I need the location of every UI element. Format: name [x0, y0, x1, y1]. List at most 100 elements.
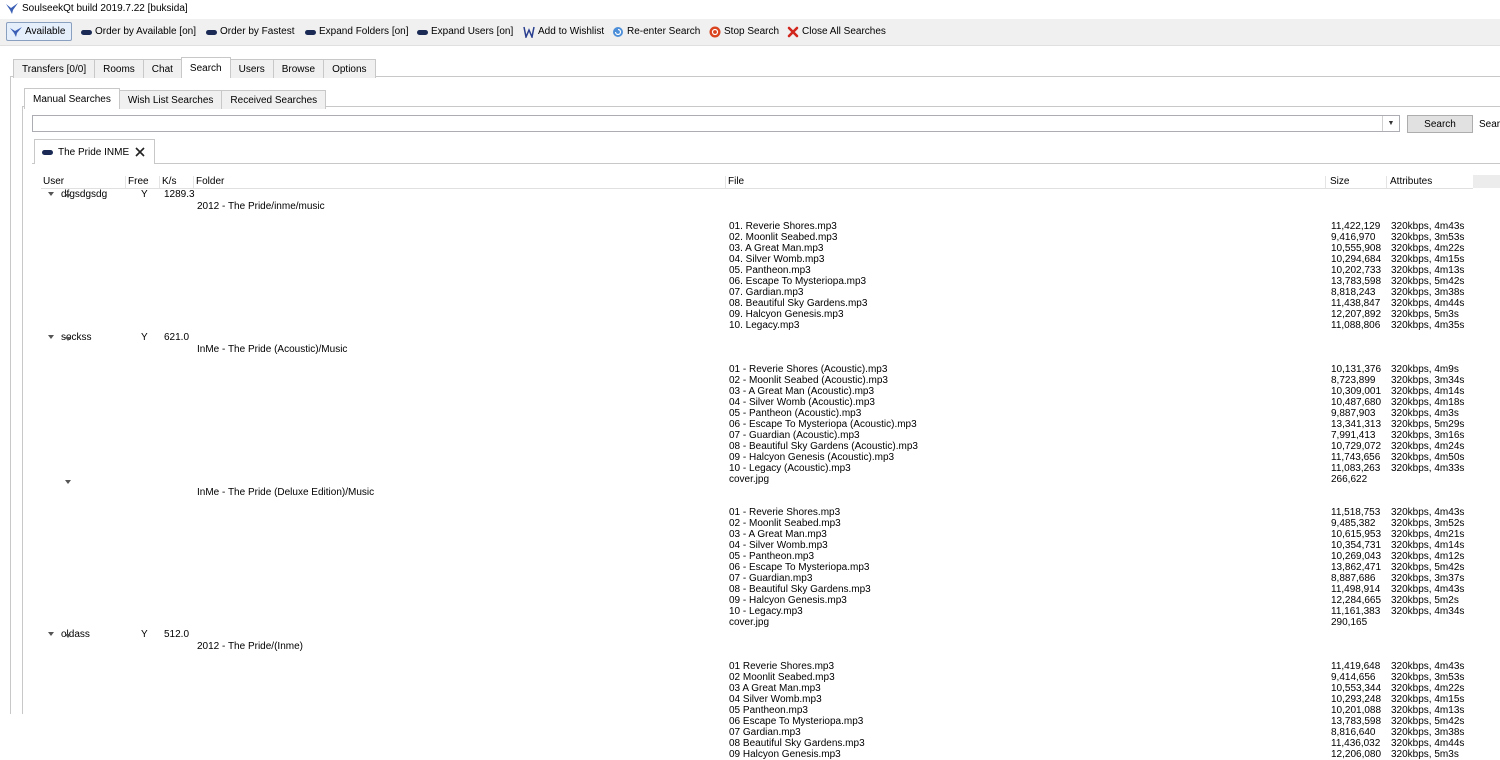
file-name: 07 - Guardian.mp3	[729, 573, 813, 584]
file-size: 9,416,970	[1331, 232, 1376, 243]
user-free: Y	[141, 332, 148, 343]
file-size: 10,309,001	[1331, 386, 1382, 397]
file-name: 05 - Pantheon (Acoustic).mp3	[729, 408, 862, 419]
file-attributes: 320kbps, 4m43s	[1391, 221, 1465, 232]
file-attributes: 320kbps, 3m38s	[1391, 287, 1465, 298]
user-expand-arrow-icon[interactable]	[48, 335, 54, 339]
file-size: 7,991,413	[1331, 430, 1376, 441]
file-size: 9,887,903	[1331, 408, 1376, 419]
user-free: Y	[141, 629, 148, 640]
file-attributes: 320kbps, 4m44s	[1391, 738, 1465, 749]
user-speed: 621.0	[164, 332, 190, 343]
file-attributes: 320kbps, 4m3s	[1391, 408, 1459, 419]
file-attributes: 320kbps, 3m52s	[1391, 518, 1465, 529]
file-name: 02 Moonlit Seabed.mp3	[729, 672, 835, 683]
file-name: 01. Reverie Shores.mp3	[729, 221, 837, 232]
folder-expand-arrow-icon[interactable]	[65, 480, 71, 484]
tab-manual-searches[interactable]: Manual Searches	[24, 88, 120, 109]
file-attributes: 320kbps, 4m43s	[1391, 507, 1465, 518]
file-attributes: 320kbps, 4m9s	[1391, 364, 1459, 375]
file-size: 290,165	[1331, 617, 1368, 628]
file-size: 8,818,243	[1331, 287, 1376, 298]
file-size: 11,419,648	[1331, 661, 1381, 672]
results-table-body: dfgsdgsdg Y 1289.3 2012 - The Pride/inme/mu…	[0, 0, 1500, 760]
close-tab-icon[interactable]	[134, 146, 146, 158]
file-attributes: 320kbps, 5m42s	[1391, 276, 1465, 287]
file-attributes: 320kbps, 5m29s	[1391, 419, 1465, 430]
file-name: 07 Gardian.mp3	[729, 727, 801, 738]
file-attributes: 320kbps, 4m34s	[1391, 606, 1465, 617]
file-name: 08. Beautiful Sky Gardens.mp3	[729, 298, 868, 309]
file-name: 08 - Beautiful Sky Gardens (Acoustic).mp…	[729, 441, 918, 452]
folder-expand-arrow-icon[interactable]	[65, 337, 71, 341]
file-attributes: 320kbps, 3m34s	[1391, 375, 1465, 386]
file-size: 9,485,382	[1331, 518, 1376, 529]
file-name: cover.jpg	[729, 474, 770, 485]
file-size: 11,438,847	[1331, 298, 1381, 309]
user-free: Y	[141, 189, 148, 200]
file-size: 8,887,686	[1331, 573, 1376, 584]
search-result-tab[interactable]: The Pride INME	[34, 139, 156, 164]
file-size: 12,284,665	[1331, 595, 1382, 606]
file-attributes: 320kbps, 3m53s	[1391, 232, 1465, 243]
file-attributes: 320kbps, 4m43s	[1391, 661, 1465, 672]
file-name: 09 - Halcyon Genesis.mp3	[729, 595, 847, 606]
folder-path: 2012 - The Pride/inme/music	[197, 201, 325, 212]
file-size: 11,083,263	[1331, 463, 1381, 474]
file-name: 05 - Pantheon.mp3	[729, 551, 815, 562]
file-name: 02 - Moonlit Seabed.mp3	[729, 518, 841, 529]
file-name: 06. Escape To Mysteriopa.mp3	[729, 276, 867, 287]
file-attributes: 320kbps, 4m22s	[1391, 243, 1465, 254]
file-attributes: 320kbps, 4m14s	[1391, 386, 1465, 397]
file-name: 05 Pantheon.mp3	[729, 705, 808, 716]
file-attributes: 320kbps, 3m16s	[1391, 430, 1465, 441]
file-name: 06 - Escape To Mysteriopa (Acoustic).mp3	[729, 419, 917, 430]
folder-path: InMe - The Pride (Acoustic)/Music	[197, 344, 348, 355]
file-name: 06 Escape To Mysteriopa.mp3	[729, 716, 864, 727]
file-attributes: 320kbps, 5m3s	[1391, 749, 1459, 760]
file-attributes: 320kbps, 4m50s	[1391, 452, 1465, 463]
file-size: 10,555,908	[1331, 243, 1382, 254]
file-attributes: 320kbps, 4m22s	[1391, 683, 1465, 694]
file-name: 04 - Silver Womb.mp3	[729, 540, 828, 551]
file-name: 04. Silver Womb.mp3	[729, 254, 825, 265]
file-name: 03. A Great Man.mp3	[729, 243, 824, 254]
file-size: 10,294,684	[1331, 254, 1382, 265]
file-name: 07 - Guardian (Acoustic).mp3	[729, 430, 860, 441]
file-size: 13,341,313	[1331, 419, 1382, 430]
file-attributes: 320kbps, 4m21s	[1391, 529, 1465, 540]
file-size: 13,862,471	[1331, 562, 1382, 573]
user-expand-arrow-icon[interactable]	[48, 192, 54, 196]
file-size: 11,161,383	[1331, 606, 1381, 617]
file-attributes: 320kbps, 5m2s	[1391, 595, 1459, 606]
file-name: 09 Halcyon Genesis.mp3	[729, 749, 841, 760]
file-name: 08 Beautiful Sky Gardens.mp3	[729, 738, 865, 749]
file-attributes: 320kbps, 4m44s	[1391, 298, 1465, 309]
file-name: 01 - Reverie Shores.mp3	[729, 507, 841, 518]
folder-expand-arrow-icon[interactable]	[65, 194, 71, 198]
file-attributes: 320kbps, 4m12s	[1391, 551, 1465, 562]
file-attributes: 320kbps, 4m15s	[1391, 694, 1465, 705]
file-attributes: 320kbps, 4m14s	[1391, 540, 1465, 551]
folder-expand-arrow-icon[interactable]	[65, 634, 71, 638]
file-size: 12,207,892	[1331, 309, 1382, 320]
file-name: 02 - Moonlit Seabed (Acoustic).mp3	[729, 375, 888, 386]
file-size: 10,201,088	[1331, 705, 1382, 716]
file-name: 07. Gardian.mp3	[729, 287, 804, 298]
file-attributes: 320kbps, 4m18s	[1391, 397, 1465, 408]
user-speed: 512.0	[164, 629, 190, 640]
file-name: 10. Legacy.mp3	[729, 320, 800, 331]
file-name: 02. Moonlit Seabed.mp3	[729, 232, 838, 243]
file-size: 10,354,731	[1331, 540, 1382, 551]
file-name: 06 - Escape To Mysteriopa.mp3	[729, 562, 870, 573]
file-size: 13,783,598	[1331, 276, 1382, 287]
tab-search[interactable]: Search	[180, 57, 231, 78]
file-size: 8,723,899	[1331, 375, 1376, 386]
user-expand-arrow-icon[interactable]	[48, 632, 54, 636]
file-name: 08 - Beautiful Sky Gardens.mp3	[729, 584, 871, 595]
search-result-tab-label: The Pride INME	[58, 146, 130, 158]
file-name: 10 - Legacy.mp3	[729, 606, 803, 617]
file-name: 09 - Halcyon Genesis (Acoustic).mp3	[729, 452, 895, 463]
pill-icon	[42, 149, 53, 155]
file-name: 03 - A Great Man (Acoustic).mp3	[729, 386, 875, 397]
